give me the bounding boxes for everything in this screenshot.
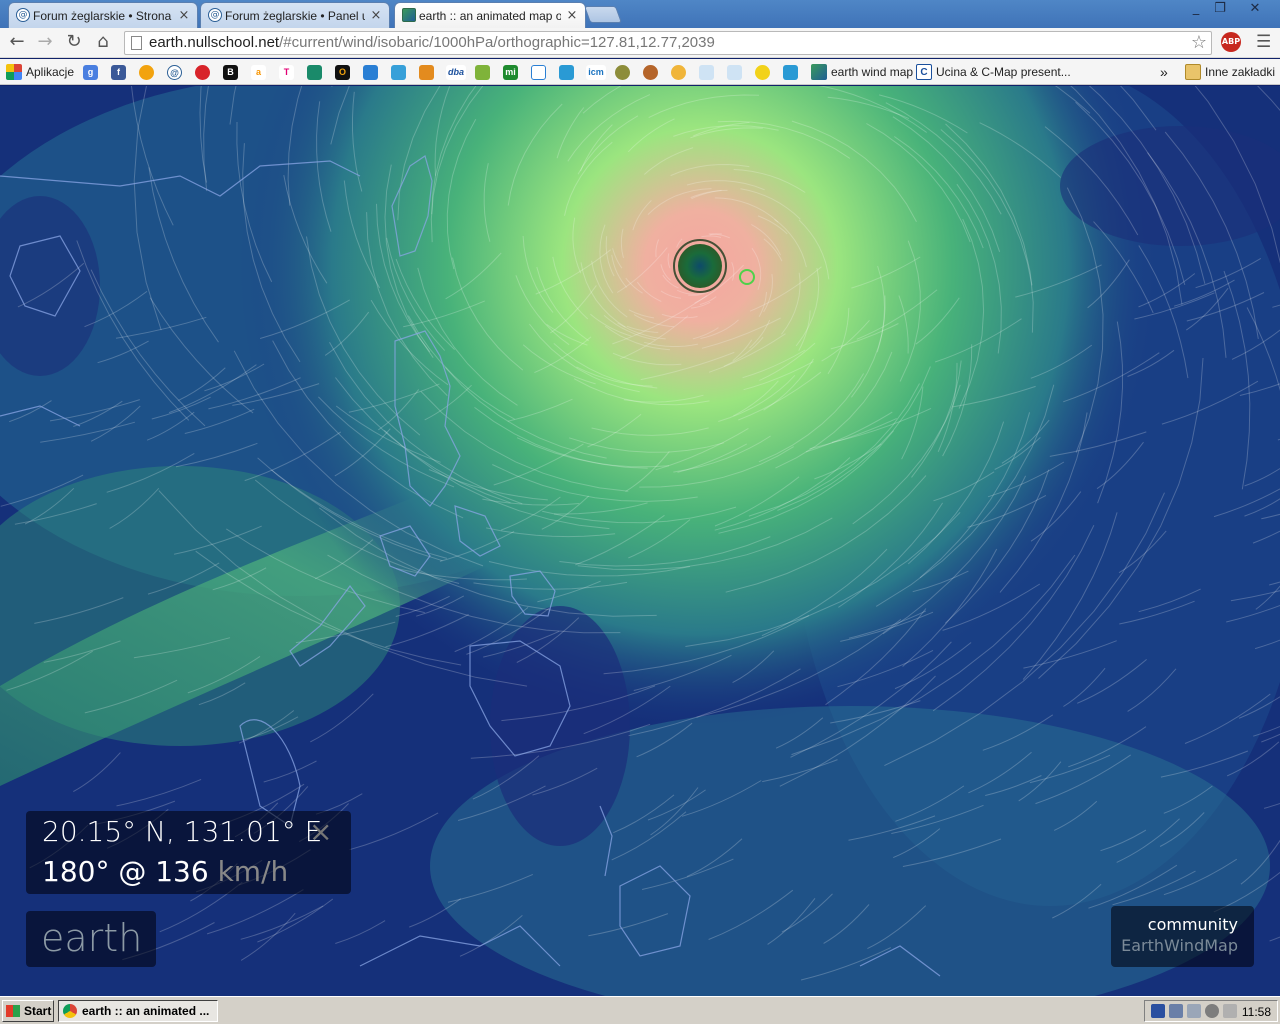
google-bookmark-icon[interactable]: g (83, 65, 98, 80)
clock: 11:58 (1241, 1005, 1271, 1019)
bookmark-apps-label: Aplikacje (26, 65, 75, 79)
restore-icon[interactable]: ❐ (1208, 0, 1232, 20)
b-bookmark-icon[interactable]: B (223, 65, 238, 80)
url-path: /#current/wind/isobaric/1000hPa/orthogra… (279, 34, 715, 51)
minimize-icon[interactable]: _ (1184, 0, 1208, 20)
red-bookmark-icon[interactable] (195, 65, 210, 80)
facebook-bookmark-icon[interactable]: f (111, 65, 126, 80)
wind-readout: 180° @ 136 km/h (42, 855, 288, 888)
shell-bookmark-icon[interactable] (615, 65, 630, 80)
bookmark-earth-wind-map[interactable]: earth wind map (811, 62, 913, 82)
mi-bookmark-icon[interactable]: mi (503, 65, 518, 80)
tab-forum-home[interactable]: @ Forum żeglarskie • Strona gł × (8, 2, 198, 28)
storm-eye (678, 244, 722, 288)
apps-grid-icon (6, 64, 22, 80)
tray-network-icon[interactable] (1151, 1004, 1165, 1018)
new-tab-button[interactable] (583, 6, 623, 23)
amazon-bookmark-icon[interactable]: a (251, 65, 266, 80)
location-info-panel: 20.15° N, 131.01° E × 180° @ 136 km/h (26, 811, 351, 894)
tab-title: earth :: an animated map of g (419, 8, 561, 23)
icm-bookmark-icon[interactable]: icm (586, 65, 606, 80)
tab-close-icon[interactable]: × (177, 8, 191, 23)
bookmarks-bar: Aplikacje g f @ B a T O dba mi icm earth… (0, 59, 1280, 85)
cyan-bookmark-icon[interactable] (391, 65, 406, 80)
windows-logo-icon (6, 1005, 20, 1017)
light-bookmark-icon-2[interactable] (727, 65, 742, 80)
forum-favicon-icon: @ (16, 8, 30, 22)
tab-earth[interactable]: earth :: an animated map of g × (394, 2, 586, 28)
community-panel: community EarthWindMap (1111, 906, 1254, 967)
bookmark-apps[interactable]: Aplikacje (6, 62, 74, 82)
back-arrow-icon[interactable]: ← (6, 32, 28, 54)
forum-bookmark-icon[interactable]: @ (167, 65, 182, 80)
wind-direction-speed: 180° @ 136 (42, 855, 209, 888)
start-button[interactable]: Start (2, 1000, 54, 1022)
bookmark-star-icon[interactable]: ☆ (1191, 32, 1207, 53)
tray-display-icon[interactable] (1169, 1004, 1183, 1018)
bookmark-ucina[interactable]: C Ucina & C-Map present... (916, 62, 1071, 82)
adblock-icon[interactable]: ABP (1221, 32, 1241, 52)
earth-bookmark-icon (811, 64, 827, 80)
bookmark-folder-label: Inne zakładki (1205, 65, 1276, 79)
bookmarks-overflow[interactable]: » (1160, 62, 1168, 82)
blue-bookmark-icon[interactable] (363, 65, 378, 80)
system-tray: 11:58 (1144, 1000, 1278, 1022)
tab-forum-panel[interactable]: @ Forum żeglarskie • Panel uży × (200, 2, 390, 28)
taskbar-item-title: earth :: an animated ... (82, 1004, 210, 1018)
earth-favicon-icon (402, 8, 416, 22)
tmobile-bookmark-icon[interactable]: T (279, 65, 294, 80)
window-bookmark-icon[interactable] (531, 65, 546, 80)
tab-close-icon[interactable]: × (369, 8, 383, 23)
c-bookmark-icon: C (916, 64, 932, 80)
bookmark-earth-label: earth wind map (831, 65, 914, 79)
ship-bookmark-icon[interactable] (559, 65, 574, 80)
tray-connection-icon[interactable] (1187, 1004, 1201, 1018)
page-icon (131, 36, 142, 50)
folder-icon (1185, 64, 1201, 80)
earth-menu-button[interactable]: earth (26, 911, 156, 967)
location-coordinates: 20.15° N, 131.01° E (42, 815, 323, 848)
close-location-icon[interactable]: × (309, 815, 332, 848)
tab-title: Forum żeglarskie • Strona gł (33, 8, 173, 23)
tab-title: Forum żeglarskie • Panel uży (225, 8, 365, 23)
ship-bookmark-icon-2[interactable] (783, 65, 798, 80)
gear-bookmark-icon[interactable] (643, 65, 658, 80)
tab-close-icon[interactable]: × (565, 8, 579, 23)
sun-bookmark-icon[interactable] (139, 65, 154, 80)
forum-favicon-icon: @ (208, 8, 222, 22)
tray-shield-icon[interactable] (1205, 1004, 1219, 1018)
weather-bookmark-icon[interactable] (475, 65, 490, 80)
taskbar-item-chrome[interactable]: earth :: an animated ... (58, 1000, 218, 1022)
browser-toolbar: ← → ↻ ⌂ earth.nullschool.net/#current/wi… (0, 28, 1280, 58)
community-label: community (1147, 915, 1238, 934)
orange-bookmark-icon[interactable] (419, 65, 434, 80)
green-bookmark-icon[interactable] (307, 65, 322, 80)
bookmark-ucina-label: Ucina & C-Map present... (936, 65, 1071, 79)
dba-bookmark-icon[interactable]: dba (446, 65, 466, 80)
forward-arrow-icon[interactable]: → (34, 32, 56, 54)
browser-titlebar: @ Forum żeglarskie • Strona gł × @ Forum… (0, 0, 1280, 28)
community-link[interactable]: EarthWindMap (1111, 936, 1238, 955)
address-bar[interactable]: earth.nullschool.net/#current/wind/isoba… (124, 31, 1212, 55)
menu-icon[interactable]: ☰ (1256, 32, 1271, 52)
close-window-icon[interactable]: ✕ (1236, 0, 1274, 20)
wind-units-toggle[interactable]: km/h (218, 855, 289, 888)
light-bookmark-icon[interactable] (699, 65, 714, 80)
chrome-icon (63, 1004, 77, 1018)
reload-icon[interactable]: ↻ (63, 32, 85, 54)
url-host: earth.nullschool.net (149, 34, 280, 51)
taskbar: Start earth :: an animated ... 11:58 (0, 996, 1280, 1024)
sun-bookmark-icon-2[interactable] (755, 65, 770, 80)
o-bookmark-icon[interactable]: O (335, 65, 350, 80)
coin-bookmark-icon[interactable] (671, 65, 686, 80)
url-text: earth.nullschool.net/#current/wind/isoba… (149, 34, 715, 51)
tray-hand-icon[interactable] (1223, 1004, 1237, 1018)
wind-map[interactable]: 20.15° N, 131.01° E × 180° @ 136 km/h ea… (0, 86, 1280, 996)
home-icon[interactable]: ⌂ (92, 32, 114, 54)
bookmark-folder-other[interactable]: Inne zakładki (1185, 62, 1275, 82)
start-label: Start (24, 1004, 52, 1018)
